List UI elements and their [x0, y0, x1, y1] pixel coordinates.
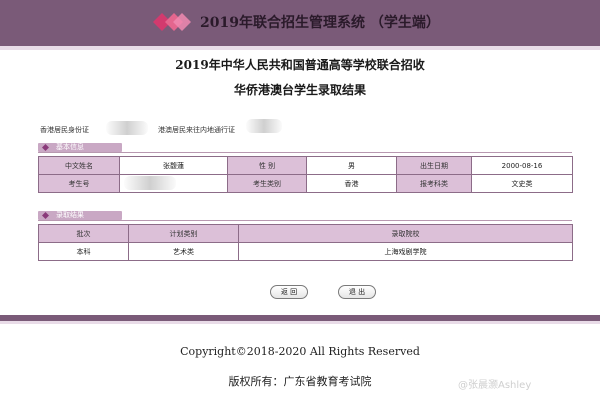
admission-table: 批次 计划类别 录取院校 本科 艺术类 上海戏剧学院 [38, 224, 573, 261]
column-header: 计划类别 [128, 224, 239, 243]
table-header-row: 批次 计划类别 录取院校 [38, 224, 573, 243]
hk-id-label: 香港居民身份证 [40, 126, 89, 134]
section-icon [42, 144, 49, 151]
basic-info-section-header: 基本信息 [38, 143, 122, 152]
column-header: 批次 [38, 224, 129, 243]
footer-divider [0, 321, 600, 324]
redacted-permit-number [246, 119, 282, 133]
field-label: 中文姓名 [38, 156, 120, 175]
basic-info-divider [38, 152, 572, 153]
field-value: 文史类 [471, 174, 573, 193]
field-value: 2000-08-16 [471, 156, 573, 175]
page-subtitle: 华侨港澳台学生录取结果 [233, 83, 366, 97]
column-header: 录取院校 [238, 224, 573, 243]
redacted-exam-number [124, 176, 176, 190]
field-value: 张馥蓮 [119, 156, 228, 175]
admission-divider [38, 220, 572, 221]
table-row: 考生号 考生类别 香港 报考科类 文史类 [38, 174, 573, 193]
table-cell: 上海戏剧学院 [238, 242, 573, 261]
basic-info-section-title: 基本信息 [56, 143, 84, 151]
app-title: 2019年联合招生管理系统 （学生端） [200, 15, 440, 31]
field-label: 考生号 [38, 174, 120, 193]
back-button[interactable]: 返 回 [270, 285, 308, 299]
field-label: 报考科类 [396, 174, 472, 193]
watermark: @张晨灏Ashley [458, 380, 532, 391]
field-label: 考生类别 [227, 174, 307, 193]
field-label: 性 别 [227, 156, 307, 175]
admission-section-header: 录取结果 [38, 211, 122, 220]
admission-section-title: 录取结果 [56, 211, 84, 219]
page-title: 2019年中华人民共和国普通高等学校联合招收 [175, 58, 425, 72]
table-cell: 本科 [38, 242, 129, 261]
section-icon [42, 212, 49, 219]
field-value: 男 [306, 156, 397, 175]
redacted-hk-id [106, 121, 148, 135]
logo-icon [153, 13, 191, 31]
field-label: 出生日期 [396, 156, 472, 175]
exit-button[interactable]: 退 出 [338, 285, 376, 299]
table-row: 中文姓名 张馥蓮性 别男出生日期 2000-08-16 [38, 156, 573, 175]
field-value: 香港 [306, 174, 397, 193]
table-cell: 艺术类 [128, 242, 239, 261]
app-header: 2019年联合招生管理系统 （学生端） [0, 0, 600, 46]
permit-label: 港澳居民来往内地通行证 [158, 126, 235, 134]
copyright-text: Copyright©2018-2020 All Rights Reserved [180, 345, 420, 358]
header-divider [0, 46, 600, 50]
basic-info-table: 中文姓名 张馥蓮性 别男出生日期 2000-08-16 考生号 考生类别 香港 报考科类 文史… [38, 156, 573, 193]
table-row: 本科 艺术类 上海戏剧学院 [38, 242, 573, 261]
